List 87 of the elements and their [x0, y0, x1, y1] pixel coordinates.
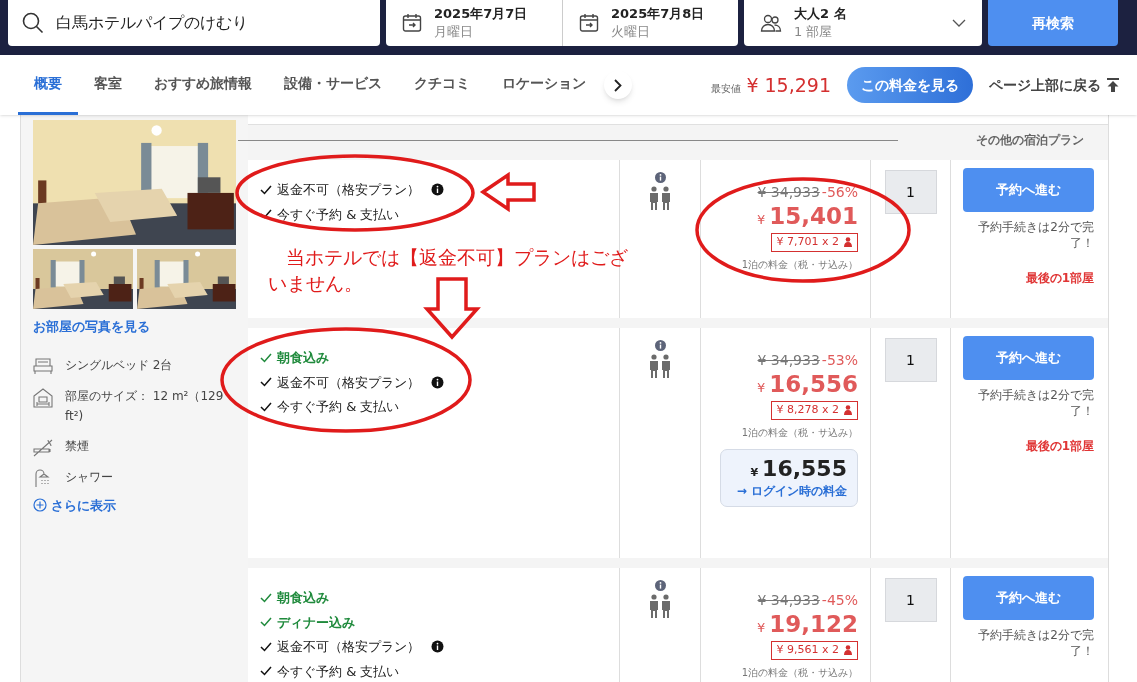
nav-tab[interactable]: クチコミ [398, 55, 486, 115]
plan-price: ¥ 15,401 [756, 203, 858, 231]
room-photos-link[interactable]: お部屋の写真を見る [33, 317, 236, 337]
original-price: ¥ 34,933 [757, 591, 820, 610]
info-icon[interactable] [431, 375, 444, 389]
per-person-price: ¥ 7,701 x 2 [770, 233, 858, 252]
checkout-date-field[interactable]: 2025年7月8日 火曜日 [562, 0, 738, 46]
plan-feature: 朝食込み [277, 349, 329, 367]
plan-feature: 今すぐ予約 & 支払い [277, 398, 400, 416]
original-price: ¥ 34,933 [757, 183, 820, 202]
lowest-price: ¥ 15,291 [746, 72, 831, 98]
check-icon [260, 401, 272, 412]
quantity-field[interactable]: 1 [884, 170, 937, 214]
check-icon [260, 617, 272, 628]
per-person-price: ¥ 8,278 x 2 [770, 401, 858, 420]
quantity-field[interactable]: 1 [884, 578, 937, 622]
section-heading: その他の宿泊プラン [976, 132, 1084, 149]
discount-percent: -56% [821, 183, 858, 202]
house-icon [33, 386, 53, 409]
room-feature: シングルベッド 2台 [65, 356, 173, 374]
plan-feature: 今すぐ予約 & 支払い [277, 662, 400, 681]
booking-note: 予約手続きは2分で完了！ [977, 219, 1094, 251]
two-people-icon [648, 186, 672, 210]
info-icon[interactable] [431, 640, 444, 654]
search-field[interactable]: 白馬ホテルパイプのけむり [8, 0, 380, 46]
two-people-icon [648, 594, 672, 618]
plan-feature: 返金不可（格安プラン） [277, 181, 420, 199]
plan-price: ¥ 19,122 [756, 611, 858, 639]
search-icon [22, 12, 44, 34]
room-feature: シャワー [65, 468, 113, 486]
arrow-up-icon [1107, 78, 1119, 92]
lowest-price-label: 最安値 [711, 81, 742, 96]
back-to-top-link[interactable]: ページ上部に戻る [989, 74, 1119, 96]
login-price-link[interactable]: → ログイン時の料金 [736, 481, 847, 500]
booking-note: 予約手続きは2分で完了！ [977, 627, 1094, 659]
plan-feature: 朝食込み [277, 589, 329, 607]
annotation-arrow [423, 277, 481, 340]
checkin-date-field[interactable]: 2025年7月7日 月曜日 [386, 0, 562, 46]
check-icon [260, 352, 272, 363]
availability-note: 最後の1部屋 [1025, 438, 1094, 455]
booking-note: 予約手続きは2分で完了！ [977, 387, 1094, 419]
plan-feature: 返金不可（格安プラン） [277, 638, 420, 656]
nav-tab[interactable]: 客室 [78, 55, 138, 115]
next-arrow-button[interactable] [604, 71, 632, 99]
plan-feature: 今すぐ予約 & 支払い [277, 205, 400, 224]
member-price: 16,555 [762, 455, 847, 482]
price-note: 1泊の料金（税・サ込み） [741, 665, 858, 680]
nav-tab[interactable]: ロケーション [486, 55, 602, 115]
chevron-down-icon [952, 19, 966, 27]
show-more-link[interactable]: さらに表示 [33, 495, 236, 515]
nav-tab[interactable]: 設備・サービス [268, 55, 398, 115]
check-icon [260, 184, 272, 195]
check-icon [260, 592, 272, 603]
discount-percent: -53% [821, 351, 858, 370]
two-people-icon [648, 354, 672, 378]
shower-icon [33, 467, 53, 488]
annotation-arrow [479, 171, 536, 213]
chevron-right-icon [614, 78, 622, 92]
plan-feature: 返金不可（格安プラン） [277, 373, 420, 392]
per-person-price: ¥ 9,561 x 2 [770, 641, 858, 660]
check-icon [260, 641, 272, 652]
plus-circle-icon [33, 498, 47, 513]
member-price-currency: ¥ [750, 464, 759, 481]
nav-tab[interactable]: おすすめ旅情報 [138, 55, 268, 115]
availability-note: 最後の1部屋 [1025, 270, 1094, 287]
see-price-button[interactable]: この料金を見る [847, 67, 973, 103]
plan-feature: ディナー込み [277, 613, 355, 632]
plan-price: ¥ 16,556 [756, 371, 858, 399]
person-icon [844, 405, 852, 416]
quantity-field[interactable]: 1 [884, 338, 937, 382]
room-feature: 部屋のサイズ： 12 m²（129 ft²) [65, 387, 225, 425]
calendar-icon [579, 13, 599, 33]
person-icon [844, 645, 852, 656]
original-price: ¥ 34,933 [757, 351, 820, 370]
discount-percent: -45% [821, 591, 858, 610]
calendar-icon [402, 13, 422, 33]
guests-dropdown[interactable]: 大人2 名 1 部屋 [744, 0, 982, 46]
people-icon [760, 13, 782, 33]
room-feature: 禁煙 [65, 437, 89, 455]
info-icon[interactable] [431, 183, 444, 197]
price-note: 1泊の料金（税・サ込み） [741, 257, 858, 272]
check-icon [260, 377, 272, 388]
bed-icon [33, 355, 53, 376]
annotation-note: 当ホテルでは【返金不可】プランはございません。 [268, 245, 628, 296]
check-icon [260, 666, 272, 677]
person-icon [844, 237, 852, 248]
price-note: 1泊の料金（税・サ込み） [741, 425, 858, 440]
